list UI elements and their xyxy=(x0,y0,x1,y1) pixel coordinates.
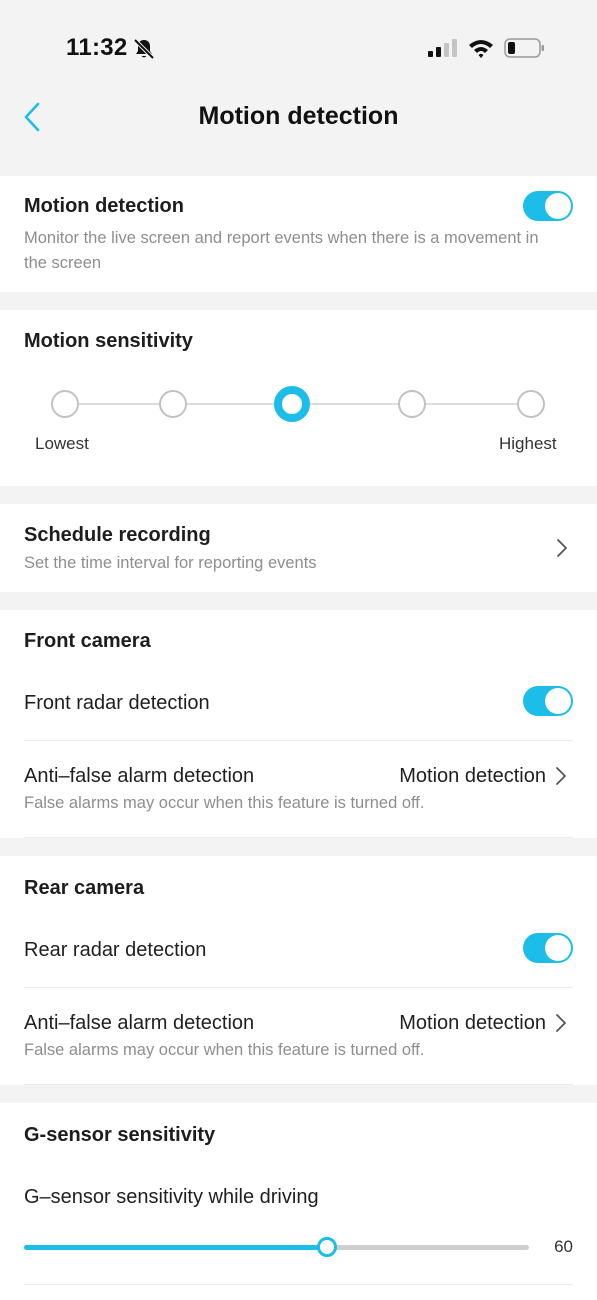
motion-sensitivity-title: Motion sensitivity xyxy=(24,330,193,352)
toggle-knob xyxy=(545,688,571,714)
nav-bar: Motion detection xyxy=(0,80,597,154)
slider-fill xyxy=(24,1245,327,1250)
sensitivity-level-5[interactable] xyxy=(517,390,545,418)
motion-detection-toggle[interactable] xyxy=(523,191,573,221)
front-camera-card: Front camera Front radar detection Anti–… xyxy=(0,610,597,838)
schedule-recording-row[interactable]: Schedule recording Set the time interval… xyxy=(0,504,597,592)
front-radar-toggle[interactable] xyxy=(523,686,573,716)
front-radar-label: Front radar detection xyxy=(24,692,210,714)
sensitivity-level-2[interactable] xyxy=(159,390,187,418)
toggle-knob xyxy=(545,935,571,961)
rear-anti-false-value: Motion detection xyxy=(399,1012,546,1034)
front-anti-false-note: False alarms may occur when this feature… xyxy=(24,794,425,812)
motion-sensitivity-card: Motion sensitivity Lowest Highest xyxy=(0,310,597,486)
front-anti-false-alarm-row[interactable]: Anti–false alarm detection Motion detect… xyxy=(0,741,597,837)
g-sensor-title: G-sensor sensitivity xyxy=(24,1124,216,1146)
wifi-icon xyxy=(469,40,493,58)
motion-detection-card: Motion detection Monitor the live screen… xyxy=(0,176,597,292)
rear-camera-card: Rear camera Rear radar detection Anti–fa… xyxy=(0,856,597,1085)
sensitivity-min-label: Lowest xyxy=(35,434,89,453)
chevron-right-icon xyxy=(556,767,566,785)
front-anti-false-label: Anti–false alarm detection xyxy=(24,765,255,787)
page-title: Motion detection xyxy=(198,102,399,130)
front-camera-title: Front camera xyxy=(24,630,151,652)
sensitivity-level-4[interactable] xyxy=(398,390,426,418)
rear-anti-false-alarm-row[interactable]: Anti–false alarm detection Motion detect… xyxy=(0,988,597,1084)
chevron-right-icon xyxy=(556,1014,566,1032)
bell-slash-icon xyxy=(133,38,155,60)
g-sensor-driving-value: 60 xyxy=(554,1237,573,1256)
rear-radar-label: Rear radar detection xyxy=(24,939,207,961)
rear-anti-false-note: False alarms may occur when this feature… xyxy=(24,1041,425,1059)
g-sensor-driving-label: G–sensor sensitivity while driving xyxy=(24,1186,319,1208)
rear-anti-false-label: Anti–false alarm detection xyxy=(24,1012,255,1034)
chevron-right-icon xyxy=(557,539,567,557)
cellular-signal-icon xyxy=(428,39,457,57)
sensitivity-level-3[interactable] xyxy=(274,386,310,422)
schedule-recording-title: Schedule recording xyxy=(24,524,211,546)
slider-thumb[interactable] xyxy=(317,1237,337,1257)
motion-detection-title: Motion detection xyxy=(24,195,184,217)
motion-detection-description: Monitor the live screen and report event… xyxy=(24,229,539,272)
sensitivity-level-1[interactable] xyxy=(51,390,79,418)
toggle-knob xyxy=(545,193,571,219)
rear-radar-toggle[interactable] xyxy=(523,933,573,963)
rear-camera-title: Rear camera xyxy=(24,877,145,899)
g-sensor-card: G-sensor sensitivity G–sensor sensitivit… xyxy=(0,1103,597,1300)
g-sensor-driving-slider[interactable] xyxy=(24,1237,529,1257)
divider xyxy=(24,1284,573,1285)
battery-icon xyxy=(504,38,544,58)
divider xyxy=(24,837,573,838)
front-anti-false-value: Motion detection xyxy=(399,765,546,787)
schedule-recording-description: Set the time interval for reporting even… xyxy=(24,554,317,572)
sensitivity-max-label: Highest xyxy=(499,434,557,453)
status-time: 11:32 xyxy=(66,34,128,61)
divider xyxy=(24,1084,573,1085)
